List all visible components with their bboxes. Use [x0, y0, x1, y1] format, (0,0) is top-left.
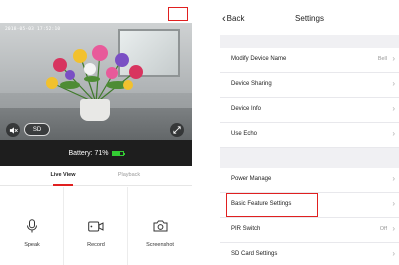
video-feed[interactable]: 2018-05-03 17:52:10 SD — [0, 23, 192, 140]
chevron-right-icon: › — [392, 224, 395, 233]
chevron-right-icon: › — [392, 79, 395, 88]
row-label: Device Info — [231, 106, 262, 112]
active-tab-indicator — [53, 184, 73, 186]
device-title: Bell — [87, 9, 105, 20]
flowers-image — [46, 45, 143, 104]
chevron-right-icon: › — [392, 174, 395, 183]
more-options-button[interactable] — [168, 7, 188, 21]
tab-playback[interactable]: Playback — [104, 172, 154, 178]
more-dots-icon — [172, 12, 175, 16]
more-dots-icon — [181, 12, 184, 16]
chevron-right-icon: › — [392, 104, 395, 113]
row-label: Use Echo — [231, 131, 258, 137]
top-bar: ‹ Back Bell — [0, 0, 192, 33]
sd-quality-toggle[interactable]: SD — [24, 123, 50, 136]
row-label: Device Sharing — [231, 81, 272, 87]
tab-live-view[interactable]: Live View — [38, 172, 88, 178]
microphone-icon — [22, 217, 42, 235]
settings-row-device-info[interactable]: Device Info › — [220, 98, 399, 123]
screenshot-label: Screenshot — [146, 242, 174, 248]
settings-row-power-manage[interactable]: Power Manage › — [220, 168, 399, 193]
settings-row-device-sharing[interactable]: Device Sharing › — [220, 73, 399, 98]
record-label: Record — [87, 242, 105, 248]
video-camera-icon — [86, 217, 106, 235]
camera-icon — [150, 217, 170, 235]
live-view-screen: 2018-05-03 17:52:10 SD ‹ Back Bell Batte… — [0, 0, 192, 265]
speak-button[interactable]: Speak — [0, 187, 64, 265]
row-label: PIR Switch — [231, 226, 261, 232]
record-button[interactable]: Record — [64, 187, 128, 265]
row-label: SD Card Settings — [231, 251, 278, 257]
chevron-right-icon: › — [392, 54, 395, 63]
battery-icon — [111, 150, 125, 156]
battery-bar: Battery: 71% — [0, 140, 192, 166]
settings-header: ‹ Back Settings — [220, 0, 399, 35]
mute-button[interactable] — [6, 123, 20, 137]
more-dots-icon — [176, 12, 180, 16]
speak-label: Speak — [24, 242, 40, 248]
highlight-box — [226, 193, 318, 217]
settings-row-modify-device-name[interactable]: Modify Device Name Bell › — [220, 48, 399, 73]
row-value: Off — [379, 226, 387, 232]
vase — [80, 99, 110, 121]
battery-text: Battery: 71% — [68, 149, 109, 157]
row-label: Modify Device Name — [231, 56, 287, 62]
fullscreen-button[interactable] — [170, 123, 184, 137]
row-label: Power Manage — [231, 176, 272, 182]
settings-row-sd-card-settings[interactable]: SD Card Settings › — [220, 243, 399, 265]
settings-row-use-echo[interactable]: Use Echo › — [220, 123, 399, 148]
screenshot-button[interactable]: Screenshot — [128, 187, 192, 265]
view-tabs: Live View Playback — [0, 166, 192, 186]
row-value: Bell — [377, 56, 387, 62]
speaker-mute-icon — [9, 126, 18, 134]
settings-screen: ‹ Back Settings Modify Device Name Bell … — [220, 0, 399, 265]
settings-title: Settings — [295, 14, 324, 23]
chevron-right-icon: › — [392, 199, 395, 208]
fullscreen-icon — [173, 126, 181, 134]
chevron-right-icon: › — [392, 129, 395, 138]
action-buttons: Speak Record Screenshot — [0, 187, 192, 265]
settings-row-pir-switch[interactable]: PIR Switch Off › — [220, 218, 399, 243]
chevron-right-icon: › — [392, 249, 395, 258]
battery-level — [112, 151, 120, 155]
